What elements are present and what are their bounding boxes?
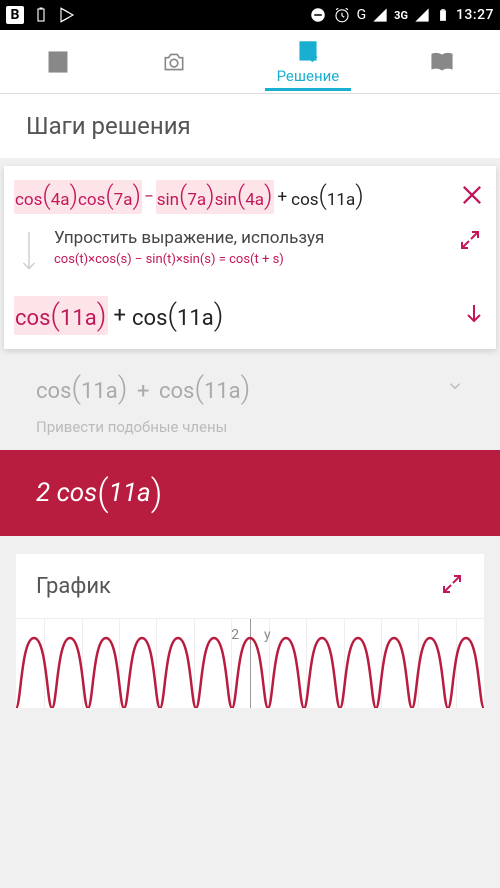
alarm-icon (333, 6, 351, 24)
expand-icon (440, 572, 464, 596)
network-g-icon: G (357, 7, 367, 23)
arrow-down-icon (18, 228, 40, 280)
step-card-expanded: cos(4a)cos(7a) − sin(7a)sin(4a) + cos(11… (4, 166, 496, 349)
network-type-label: 3G (394, 9, 408, 22)
signal-icon-2 (414, 6, 430, 24)
app-notification-icon: B (6, 6, 24, 24)
expand-icon (458, 228, 482, 252)
solution-icon (295, 39, 321, 65)
step-collapsed[interactable]: cos(11a) + cos(11a) Привести подобные чл… (0, 357, 500, 450)
tab-notebook[interactable] (417, 43, 467, 81)
collapsed-hint: Привести подобные члены (36, 418, 464, 436)
top-tab-bar: Решение (0, 30, 500, 94)
tab-solution-label: Решение (277, 67, 340, 85)
content-area: Шаги решения cos(4a)cos(7a) − sin(7a)sin… (0, 94, 500, 708)
clock-label: 13:27 (456, 7, 494, 23)
rule-title: Упростить выражение, используя (54, 228, 444, 248)
book-icon (429, 49, 455, 75)
graph-plot-area[interactable]: 2 y (16, 618, 484, 708)
tab-camera[interactable] (149, 43, 199, 81)
tab-solution[interactable]: Решение (265, 33, 352, 91)
source-expression: cos(4a)cos(7a) − sin(7a)sin(4a) + cos(11… (14, 180, 450, 214)
collapsed-expression: cos(11a) + cos(11a) (36, 371, 250, 406)
step-result-expression: cos(11a) + cos(11a) (14, 296, 454, 335)
function-curve (16, 628, 484, 708)
battery-notification-icon (32, 6, 50, 24)
signal-icon-1 (372, 6, 388, 24)
final-answer: 2 cos(11a) (0, 450, 500, 536)
android-status-bar: B G 3G 13:27 (0, 0, 500, 30)
graph-title: График (36, 574, 111, 599)
expand-graph-button[interactable] (440, 572, 464, 600)
expand-rule-button[interactable] (458, 228, 482, 256)
tab-calculator[interactable] (33, 43, 83, 81)
rule-formula: cos(t)×cos(s) − sin(t)×sin(s) = cos(t + … (54, 252, 444, 267)
steps-heading: Шаги решения (0, 94, 500, 158)
arrow-down-icon (462, 302, 486, 326)
chevron-down-icon (446, 377, 464, 400)
close-icon (458, 181, 486, 209)
dnd-icon (309, 6, 327, 24)
next-step-button[interactable] (462, 302, 486, 330)
camera-icon (161, 49, 187, 75)
close-step-button[interactable] (458, 181, 486, 213)
battery-icon (436, 6, 450, 24)
rule-explanation: Упростить выражение, используя cos(t)×co… (54, 228, 444, 267)
graph-card: График 2 y (16, 554, 484, 708)
calculator-icon (45, 49, 71, 75)
play-notification-icon (58, 6, 76, 24)
